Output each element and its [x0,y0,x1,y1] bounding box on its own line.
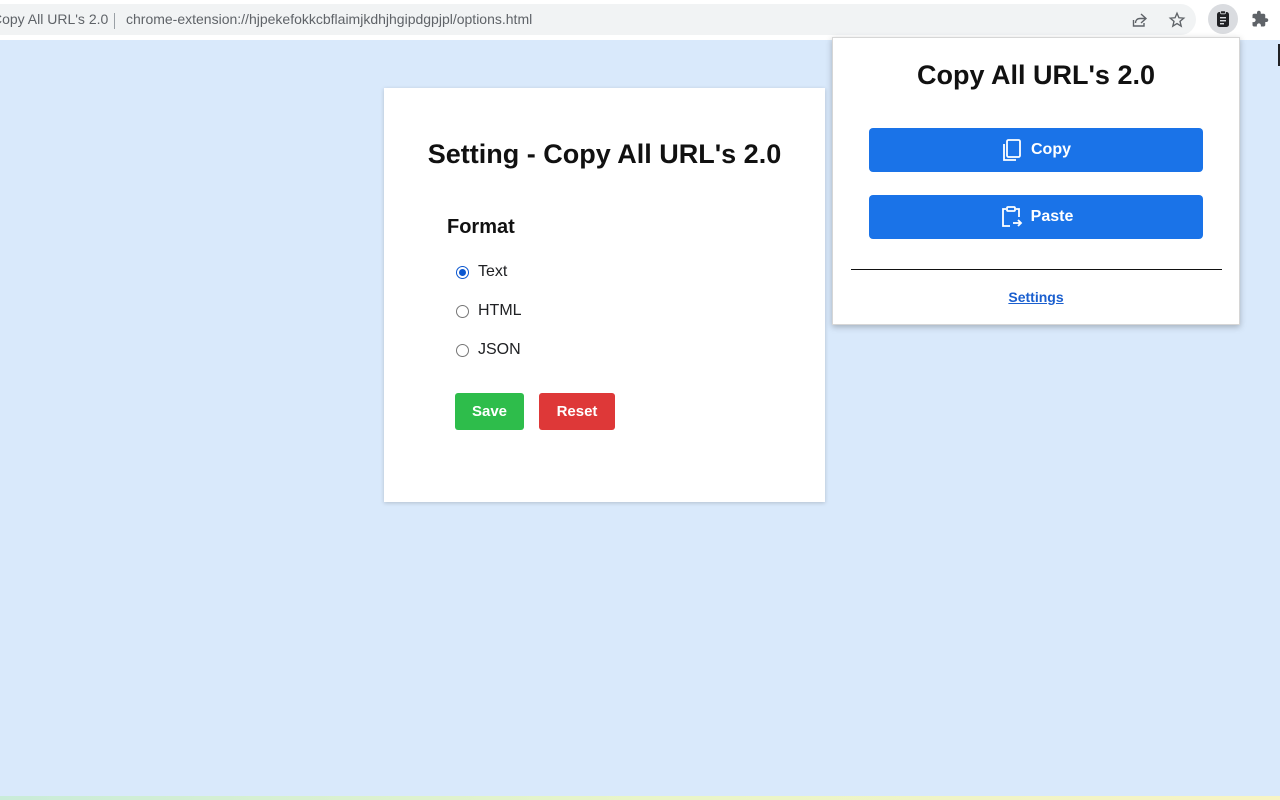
address-bar[interactable]: Copy All URL's 2.0 chrome-extension://hj… [0,4,1196,35]
puzzle-icon[interactable] [1245,4,1275,34]
paste-icon [1001,206,1022,227]
format-option-html[interactable]: HTML [456,300,522,322]
popup-divider [851,269,1222,270]
format-option-json[interactable]: JSON [456,339,521,361]
copy-button-label: Copy [1031,141,1071,158]
bottom-strip [0,796,1280,800]
format-heading: Format [447,216,515,238]
save-button[interactable]: Save [455,393,524,430]
radio-json[interactable] [456,343,469,357]
format-option-text[interactable]: Text [456,261,507,283]
copy-button[interactable]: Copy [869,128,1203,172]
paste-button-label: Paste [1030,208,1074,225]
site-title: Copy All URL's 2.0 [0,11,109,27]
settings-link[interactable]: Settings [833,289,1239,305]
browser-toolbar: Copy All URL's 2.0 chrome-extension://hj… [0,0,1280,40]
paste-button[interactable]: Paste [869,195,1203,239]
popup-title: Copy All URL's 2.0 [917,60,1155,90]
share-icon[interactable] [1130,10,1150,30]
radio-html-label: HTML [478,302,522,319]
extension-clipboard-icon[interactable] [1208,4,1238,34]
settings-card: Setting - Copy All URL's 2.0 Format Text… [384,88,825,502]
bookmark-star-icon[interactable] [1167,10,1187,30]
radio-html[interactable] [456,304,469,318]
radio-json-label: JSON [478,341,521,358]
url-text[interactable]: chrome-extension://hjpekefokkcbflaimjkdh… [126,4,532,35]
copy-icon [1003,139,1021,161]
address-separator [114,13,115,29]
page-title: Setting - Copy All URL's 2.0 [427,139,782,169]
reset-button[interactable]: Reset [539,393,615,430]
radio-text-label: Text [478,263,508,280]
radio-text[interactable] [456,265,469,279]
extension-popup: Copy All URL's 2.0 Copy Paste Settings [832,37,1240,325]
